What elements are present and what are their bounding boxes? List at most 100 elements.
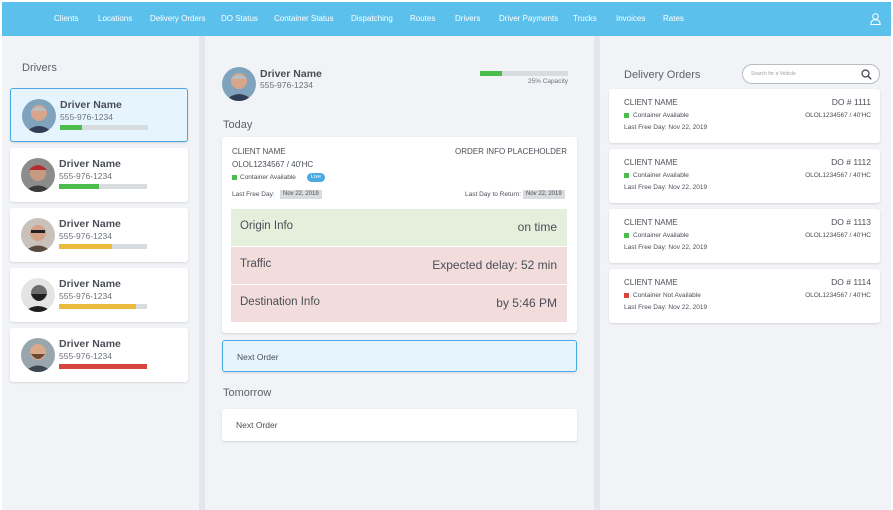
status-dot	[624, 293, 629, 298]
client-name: CLIENT NAME	[232, 147, 286, 156]
search-box	[742, 64, 880, 84]
container-number: OLOL1234567 / 40'HC	[232, 160, 314, 169]
avatar	[222, 67, 256, 101]
driver-phone: 555-976-1234	[59, 171, 112, 181]
last-free-day: Last Free Day: Nov 22, 2019	[624, 304, 708, 311]
client-name: CLIENT NAME	[624, 158, 678, 167]
traffic-row: Traffic Expected delay: 52 min	[231, 247, 567, 284]
last-free-day: Last Free Day: Nov 22, 2019	[624, 244, 708, 251]
do-number: DO # 1114	[831, 277, 871, 287]
nav-item-rates[interactable]: Rates	[663, 2, 684, 36]
last-free-day-label: Last Free Day:	[232, 191, 275, 198]
user-icon[interactable]	[870, 13, 881, 25]
do-number: DO # 1113	[831, 217, 871, 227]
nav-item-drivers[interactable]: Drivers	[455, 2, 480, 36]
client-name: CLIENT NAME	[624, 218, 678, 227]
selected-driver-phone: 555-976-1234	[260, 80, 313, 90]
driver-capacity-bar	[59, 184, 147, 189]
driver-phone: 555-976-1234	[59, 291, 112, 301]
status-dot	[624, 173, 629, 178]
container-number: OLOL1234567 / 40'HC	[805, 292, 871, 299]
nav-item-locations[interactable]: Locations	[98, 2, 132, 36]
next-order-label: Next Order	[237, 352, 279, 362]
do-number: DO # 1112	[831, 157, 871, 167]
container-status: Container Available	[633, 232, 689, 239]
do-number: DO # 1111	[831, 97, 871, 107]
nav-item-driver-payments[interactable]: Driver Payments	[499, 2, 558, 36]
nav-item-delivery-orders[interactable]: Delivery Orders	[150, 2, 206, 36]
nav-item-dispatching[interactable]: Dispatching	[351, 2, 393, 36]
client-name: CLIENT NAME	[624, 98, 678, 107]
status-dot	[624, 233, 629, 238]
last-day-to-return-label: Last Day to Return:	[465, 191, 521, 198]
driver-capacity-fill	[59, 184, 99, 189]
capacity-fill	[480, 71, 502, 76]
top-nav-bar: Clients Locations Delivery Orders DO Sta…	[2, 2, 891, 36]
driver-capacity-fill	[59, 244, 112, 249]
nav-item-container-status[interactable]: Container Status	[274, 2, 334, 36]
driver-card[interactable]: Driver Name 555-976-1234	[10, 88, 188, 142]
search-icon[interactable]	[861, 69, 872, 80]
driver-card[interactable]: Driver Name 555-976-1234	[10, 208, 188, 262]
driver-capacity-bar	[59, 364, 147, 369]
driver-capacity-fill	[59, 304, 137, 309]
driver-card[interactable]: Driver Name 555-976-1234	[10, 148, 188, 202]
driver-capacity-fill	[60, 125, 82, 130]
tomorrow-next-order-card[interactable]: Next Order	[222, 409, 577, 441]
driver-capacity-fill	[59, 364, 147, 369]
origin-info-label: Origin Info	[240, 220, 294, 232]
driver-name: Driver Name	[59, 338, 121, 350]
next-order-card[interactable]: Next Order	[222, 340, 577, 372]
status-dot	[624, 113, 629, 118]
nav-item-do-status[interactable]: DO Status	[221, 2, 258, 36]
next-order-label: Next Order	[236, 420, 278, 430]
driver-capacity-bar	[60, 125, 148, 130]
container-status: Container Not Available	[633, 292, 701, 299]
origin-info-row: Origin Info on time	[231, 209, 567, 246]
selected-driver-name: Driver Name	[260, 68, 322, 80]
traffic-value: Expected delay: 52 min	[432, 258, 557, 272]
driver-name: Driver Name	[59, 278, 121, 290]
driver-name: Driver Name	[59, 158, 121, 170]
nav-item-invoices[interactable]: Invoices	[616, 2, 645, 36]
last-day-to-return-date: Nov 22, 2019	[523, 190, 565, 199]
avatar	[21, 278, 55, 312]
tomorrow-title: Tomorrow	[223, 387, 272, 399]
container-status: Container Available	[240, 174, 296, 181]
origin-info-value: on time	[517, 220, 557, 234]
avatar	[21, 218, 55, 252]
destination-info-value: by 5:46 PM	[496, 296, 557, 310]
destination-info-row: Destination Info by 5:46 PM	[231, 285, 567, 322]
driver-card[interactable]: Driver Name 555-976-1234	[10, 328, 188, 382]
order-info: ORDER INFO PLACEHOLDER	[454, 147, 567, 156]
capacity-bar	[480, 71, 568, 76]
delivery-orders-title: Delivery Orders	[624, 69, 701, 81]
last-free-day: Last Free Day: Nov 22, 2019	[624, 124, 708, 131]
nav-item-trucks[interactable]: Trucks	[573, 2, 597, 36]
traffic-label: Traffic	[240, 258, 272, 270]
delivery-order-card[interactable]: CLIENT NAME DO # 1114 Container Not Avai…	[609, 269, 880, 323]
container-status: Container Available	[633, 172, 689, 179]
nav-item-routes[interactable]: Routes	[410, 2, 435, 36]
current-order-card[interactable]: CLIENT NAME ORDER INFO PLACEHOLDER OLOL1…	[222, 137, 577, 333]
delivery-order-card[interactable]: CLIENT NAME DO # 1111 Container Availabl…	[609, 89, 880, 143]
driver-name: Driver Name	[59, 218, 121, 230]
capacity-text: 25% Capacity	[527, 78, 568, 85]
driver-phone: 555-976-1234	[60, 112, 113, 122]
container-number: OLOL1234567 / 40'HC	[805, 112, 871, 119]
driver-capacity-bar	[59, 304, 147, 309]
nav-item-clients[interactable]: Clients	[54, 2, 78, 36]
client-name: CLIENT NAME	[624, 278, 678, 287]
driver-phone: 555-976-1234	[59, 351, 112, 361]
last-free-day: Last Free Day: Nov 22, 2019	[624, 184, 708, 191]
drivers-title: Drivers	[22, 62, 57, 74]
container-number: OLOL1234567 / 40'HC	[805, 232, 871, 239]
delivery-order-card[interactable]: CLIENT NAME DO # 1112 Container Availabl…	[609, 149, 880, 203]
last-free-day-date: Nov 22, 2019	[280, 190, 322, 199]
delivery-order-card[interactable]: CLIENT NAME DO # 1113 Container Availabl…	[609, 209, 880, 263]
driver-card[interactable]: Driver Name 555-976-1234	[10, 268, 188, 322]
search-input[interactable]	[751, 68, 851, 80]
avatar	[22, 99, 56, 133]
container-status: Container Available	[633, 112, 689, 119]
avatar	[21, 338, 55, 372]
